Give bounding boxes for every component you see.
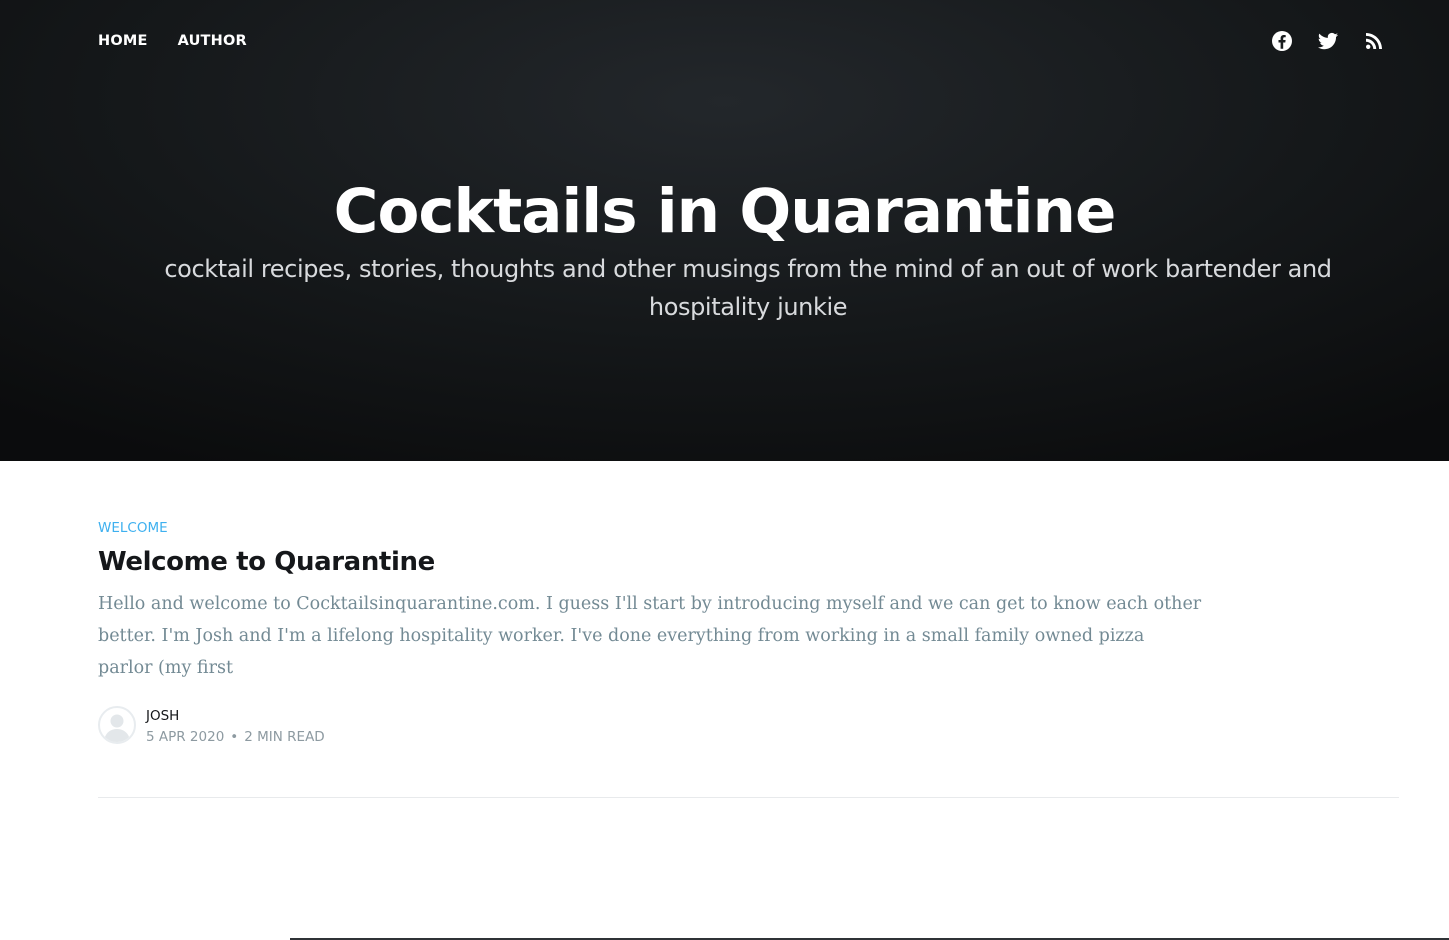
author-name-link[interactable]: JOSH bbox=[146, 707, 179, 725]
post-excerpt[interactable]: Hello and welcome to Cocktailsinquaranti… bbox=[98, 588, 1204, 684]
post-title-link[interactable]: Welcome to Quarantine bbox=[98, 546, 1208, 578]
post-divider bbox=[98, 797, 1399, 798]
author-avatar[interactable] bbox=[98, 706, 136, 744]
site-description: cocktail recipes, stories, thoughts and … bbox=[164, 255, 1332, 321]
reading-time: 2 MIN READ bbox=[244, 729, 325, 745]
twitter-icon[interactable] bbox=[1316, 29, 1340, 53]
site-header: HOME AUTHOR Cocktails in Quarantine cock… bbox=[0, 0, 1449, 461]
rss-icon[interactable] bbox=[1362, 29, 1386, 53]
post-dateline: 5 APR 2020 • 2 MIN READ bbox=[146, 728, 325, 746]
nav-home-link[interactable]: HOME bbox=[98, 30, 148, 52]
social-links bbox=[1270, 29, 1386, 53]
main-nav: HOME AUTHOR bbox=[98, 30, 247, 52]
meta-separator: • bbox=[230, 729, 239, 745]
post-card: WELCOME Welcome to Quarantine Hello and … bbox=[98, 517, 1208, 684]
post-date: 5 APR 2020 bbox=[146, 729, 225, 745]
facebook-icon[interactable] bbox=[1270, 29, 1294, 53]
nav-author-link[interactable]: AUTHOR bbox=[178, 30, 247, 52]
site-title: Cocktails in Quarantine bbox=[333, 176, 1117, 247]
post-tag-link[interactable]: WELCOME bbox=[98, 518, 168, 538]
